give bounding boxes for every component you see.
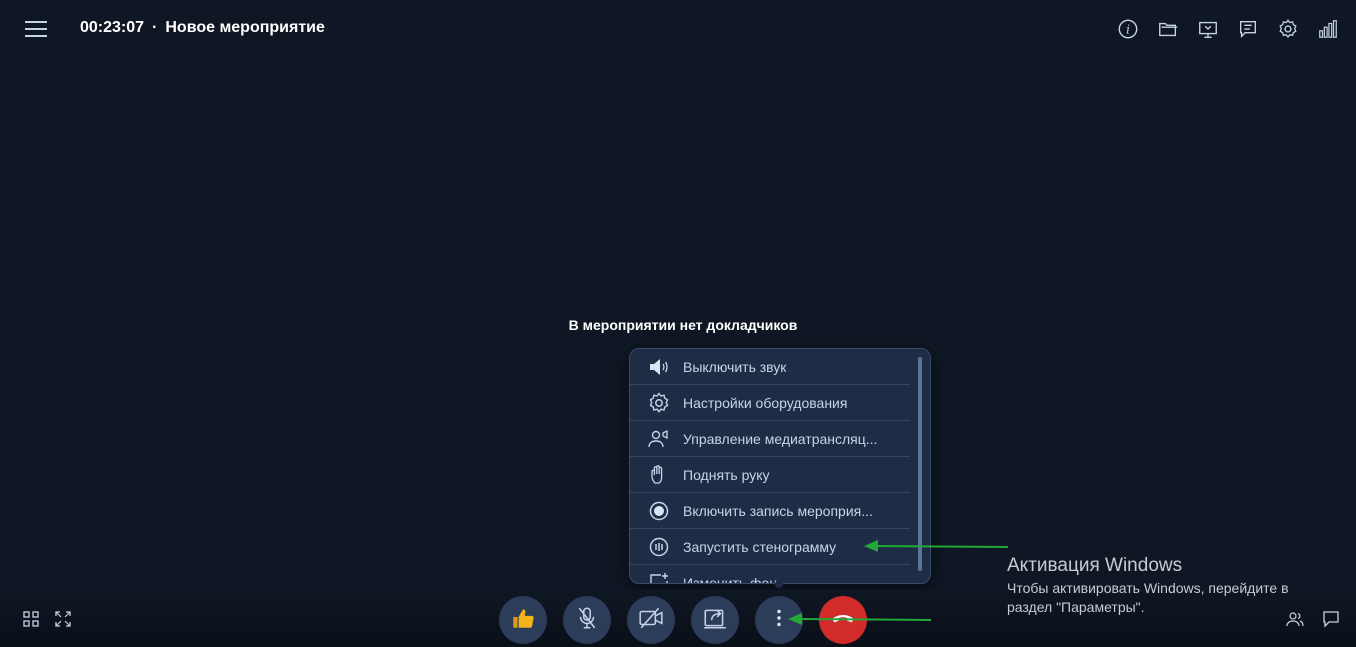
windows-activation-text: Чтобы активировать Windows, перейдите в …	[1007, 580, 1289, 615]
phone-hangup-icon	[830, 605, 856, 636]
windows-activation-watermark: Активация Windows Чтобы активировать Win…	[1007, 555, 1327, 617]
hangup-button[interactable]	[819, 596, 867, 644]
event-title: Новое мероприятие	[165, 19, 325, 36]
windows-activation-title: Активация Windows	[1007, 555, 1183, 576]
menu-item-label: Выключить звук	[683, 358, 787, 375]
folder-icon[interactable]	[1148, 16, 1188, 42]
call-controls	[499, 596, 867, 644]
menu-item-media-broadcast[interactable]: Управление медиатрансляц...	[630, 421, 910, 457]
chat-icon[interactable]	[1228, 16, 1268, 42]
camera-off-button[interactable]	[627, 596, 675, 644]
no-speakers-text: В мероприятии нет докладчиков	[568, 317, 798, 333]
svg-text:i: i	[1126, 23, 1130, 37]
menu-item-start-transcript[interactable]: Запустить стенограмму	[630, 529, 910, 565]
more-options-menu: Выключить звук Настройки оборудования Уп…	[629, 348, 931, 584]
bottom-left-icons	[22, 610, 72, 628]
transcript-icon	[646, 534, 672, 560]
top-bar: 00:23:07 · Новое мероприятие i	[0, 0, 1356, 58]
menu-scrollbar[interactable]	[918, 357, 922, 571]
signal-icon[interactable]	[1308, 16, 1348, 42]
screen-share-icon[interactable]	[1188, 16, 1228, 42]
menu-item-mute-sound[interactable]: Выключить звук	[630, 349, 910, 385]
event-title-bar: 00:23:07 · Новое мероприятие	[80, 19, 325, 37]
like-button[interactable]	[499, 596, 547, 644]
title-separator: ·	[152, 19, 158, 36]
hand-icon	[646, 462, 672, 488]
microphone-off-icon	[574, 605, 600, 636]
menu-item-raise-hand[interactable]: Поднять руку	[630, 457, 910, 493]
menu-item-label: Запустить стенограмму	[683, 538, 837, 555]
share-icon	[702, 605, 728, 636]
event-timer: 00:23:07	[80, 19, 145, 36]
menu-item-label: Управление медиатрансляц...	[683, 430, 878, 447]
menu-item-label: Изменить фон	[683, 574, 778, 584]
menu-item-label: Поднять руку	[683, 466, 770, 483]
fullscreen-icon[interactable]	[54, 610, 72, 628]
menu-item-label: Настройки оборудования	[683, 394, 848, 411]
grid-layout-icon[interactable]	[22, 610, 40, 628]
record-icon	[646, 498, 672, 524]
gear-icon[interactable]	[1268, 16, 1308, 42]
menu-item-hardware-settings[interactable]: Настройки оборудования	[630, 385, 910, 421]
top-icon-group: i	[1108, 16, 1348, 42]
background-icon	[646, 570, 672, 583]
share-screen-button[interactable]	[691, 596, 739, 644]
camera-off-icon	[638, 605, 664, 636]
more-vertical-icon	[766, 605, 792, 636]
info-icon[interactable]: i	[1108, 16, 1148, 42]
speaker-icon	[646, 354, 672, 380]
gear-icon	[646, 390, 672, 416]
more-options-button[interactable]	[755, 596, 803, 644]
broadcast-icon	[646, 426, 672, 452]
menu-pointer	[775, 580, 783, 588]
menu-item-change-background[interactable]: Изменить фон	[630, 565, 910, 584]
menu-item-label: Включить запись мероприя...	[683, 502, 873, 519]
menu-item-start-recording[interactable]: Включить запись мероприя...	[630, 493, 910, 529]
mute-mic-button[interactable]	[563, 596, 611, 644]
hamburger-menu-icon[interactable]	[24, 18, 48, 40]
thumbs-up-icon	[510, 605, 536, 636]
